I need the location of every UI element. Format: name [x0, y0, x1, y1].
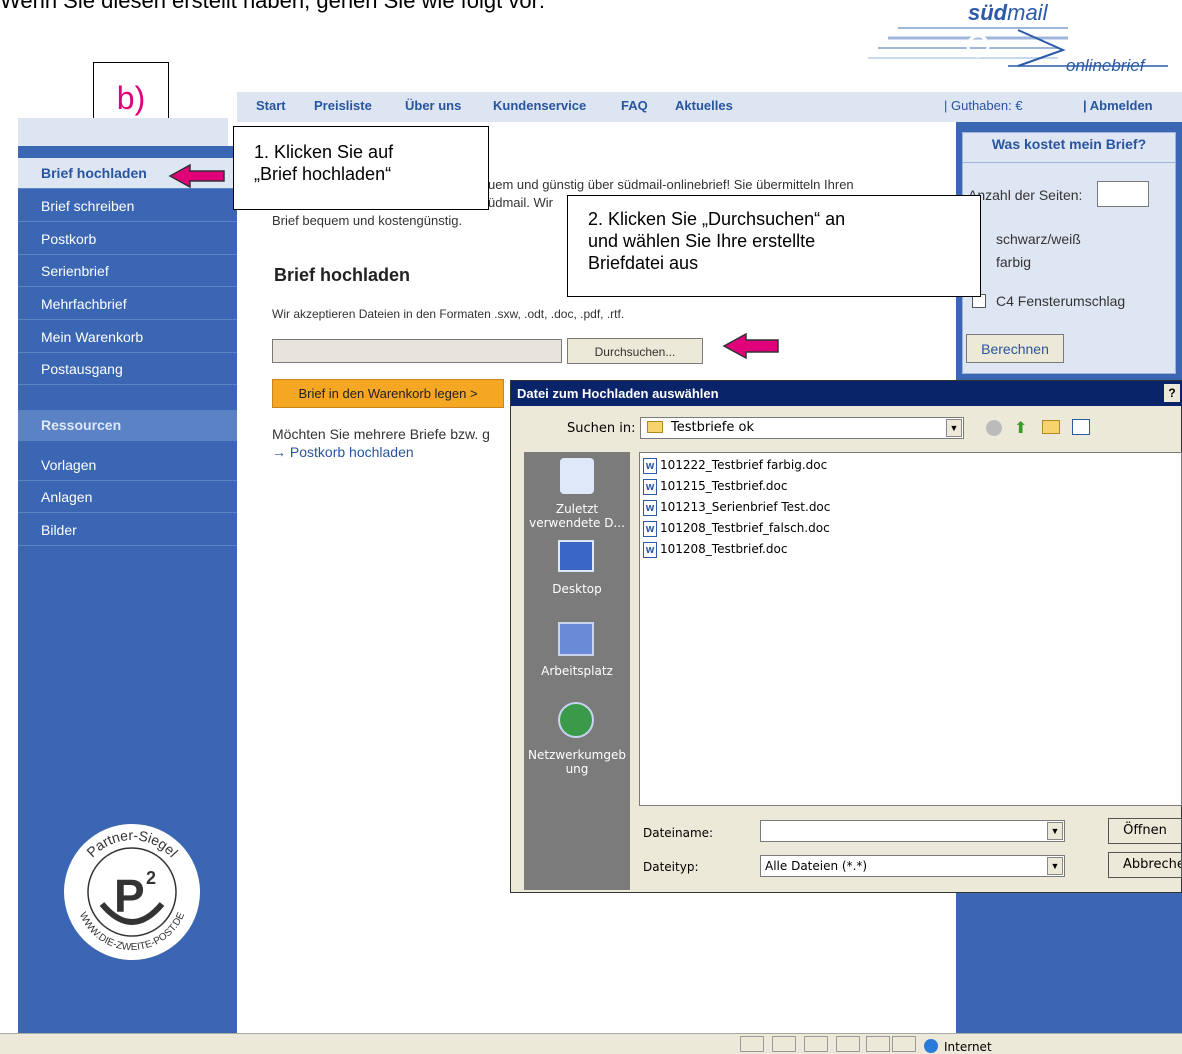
- word-doc-icon: W: [643, 457, 657, 474]
- arrow-icon-step-2: [722, 332, 779, 360]
- status-segment: [740, 1036, 764, 1052]
- callout-1-line-2: „Brief hochladen“: [254, 164, 392, 184]
- desktop-icon[interactable]: [558, 540, 594, 572]
- file-item[interactable]: W 101213_Serienbrief Test.doc: [643, 497, 830, 517]
- logo-subtitle: onlinebrief: [1066, 56, 1145, 75]
- look-in-value: Testbriefe ok: [671, 420, 754, 435]
- sidebar-section-ressourcen: Ressourcen: [18, 410, 237, 441]
- callout-2-line-1: 2. Klicken Sie „Durchsuchen“ an: [588, 209, 846, 229]
- sidebar-item-vorlagen[interactable]: Vorlagen: [18, 450, 237, 481]
- word-doc-icon: W: [643, 520, 657, 537]
- places-desktop-label: Desktop: [552, 582, 602, 596]
- file-item[interactable]: W 101222_Testbrief farbig.doc: [643, 455, 827, 475]
- chevron-down-icon[interactable]: ▼: [946, 419, 962, 437]
- callout-1-line-1: 1. Klicken Sie auf: [254, 142, 394, 162]
- dialog-title: Datei zum Hochladen auswählen: [511, 381, 1182, 406]
- sidebar-item-serienbrief[interactable]: Serienbrief: [18, 256, 237, 287]
- back-icon[interactable]: [986, 420, 1002, 436]
- nav-aktuelles[interactable]: Aktuelles: [675, 98, 733, 113]
- zone-label: Internet: [944, 1040, 992, 1054]
- arrow-icon-step-1: [168, 163, 225, 189]
- filetype-select[interactable]: Alle Dateien (*.*) ▼: [760, 855, 1065, 877]
- sidebar-item-mehrfachbrief[interactable]: Mehrfachbrief: [18, 289, 237, 320]
- cancel-button[interactable]: Abbrechen: [1108, 852, 1182, 878]
- help-button[interactable]: ?: [1164, 384, 1180, 402]
- computer-icon[interactable]: [558, 622, 594, 656]
- internet-zone-icon: [924, 1039, 938, 1053]
- callout-step-2: 2. Klicken Sie „Durchsuchen“ an und wähl…: [567, 195, 981, 297]
- sidebar-item-postkorb[interactable]: Postkorb: [18, 224, 237, 255]
- filename-label: Dateiname:: [643, 826, 714, 840]
- formats-text: Wir akzeptieren Dateien in den Formaten …: [272, 307, 625, 321]
- callout-step-1: 1. Klicken Sie auf „Brief hochladen“: [233, 126, 489, 210]
- folder-icon: [647, 421, 663, 433]
- color-radio-label: farbig: [996, 254, 1032, 270]
- calculator-divider: [962, 162, 1176, 163]
- sidebar-item-warenkorb[interactable]: Mein Warenkorb: [18, 322, 237, 353]
- page-title: Brief hochladen: [274, 265, 411, 285]
- guthaben-label: | Guthaben: €: [944, 98, 1023, 113]
- pages-label: Anzahl der Seiten:: [968, 187, 1083, 203]
- status-segment: [892, 1036, 916, 1052]
- filetype-label: Dateityp:: [643, 860, 699, 874]
- places-network-label: Netzwerkumgeb ung: [528, 748, 626, 776]
- filename-input[interactable]: ▼: [760, 820, 1065, 842]
- intro-text: Wenn Sie diesen erstellt haben, gehen Si…: [0, 0, 546, 13]
- recent-icon[interactable]: [560, 458, 594, 494]
- multi-letter-text: Möchten Sie mehrere Briefe bzw. g: [272, 426, 490, 442]
- nav-faq[interactable]: FAQ: [621, 98, 648, 113]
- calculate-button[interactable]: Berechnen: [966, 334, 1064, 363]
- chevron-down-icon[interactable]: ▼: [1047, 822, 1063, 840]
- filetype-value: Alle Dateien (*.*): [765, 859, 868, 873]
- envelope-label: C4 Fensterumschlag: [996, 293, 1126, 309]
- status-segment: [772, 1036, 796, 1052]
- svg-text:P: P: [114, 870, 145, 922]
- look-in-combo[interactable]: Testbriefe ok ▼: [640, 417, 964, 439]
- intro-line-1: uem und günstig über südmail-onlinebrief…: [488, 177, 854, 192]
- nav-preisliste[interactable]: Preisliste: [314, 98, 372, 113]
- svg-text:2: 2: [146, 868, 156, 888]
- callout-2-line-3: Briefdatei aus: [588, 253, 699, 273]
- new-folder-icon[interactable]: [1042, 420, 1060, 434]
- status-segment: [866, 1036, 890, 1052]
- places-computer-label: Arbeitsplatz: [541, 664, 613, 678]
- up-folder-icon[interactable]: ⬆: [1014, 418, 1027, 438]
- file-item[interactable]: W 101215_Testbrief.doc: [643, 476, 787, 496]
- places-recent-label: Zuletzt verwendete D...: [529, 502, 625, 530]
- nav-start[interactable]: Start: [256, 98, 286, 113]
- chevron-down-icon[interactable]: ▼: [1047, 857, 1063, 875]
- word-doc-icon: W: [643, 478, 657, 495]
- status-segment: [836, 1036, 860, 1052]
- add-to-cart-button[interactable]: Brief in den Warenkorb legen >: [272, 379, 504, 408]
- sidebar-item-anlagen[interactable]: Anlagen: [18, 482, 237, 513]
- status-segment: [804, 1036, 828, 1052]
- pages-input[interactable]: [1097, 181, 1149, 207]
- logo-brand: südmail: [968, 0, 1048, 25]
- file-item[interactable]: W 101208_Testbrief_falsch.doc: [643, 518, 830, 538]
- calculator-title: Was kostet mein Brief?: [991, 136, 1147, 152]
- file-path-input[interactable]: [272, 339, 562, 363]
- sidebar-item-bilder[interactable]: Bilder: [18, 515, 237, 546]
- abmelden-link[interactable]: | Abmelden: [1083, 98, 1153, 113]
- view-menu-icon[interactable]: [1072, 419, 1090, 435]
- nav-kundenservice[interactable]: Kundenservice: [493, 98, 586, 113]
- browse-button[interactable]: Durchsuchen...: [567, 338, 703, 364]
- bw-radio-label: schwarz/weiß: [996, 231, 1081, 247]
- file-item[interactable]: W 101208_Testbrief.doc: [643, 539, 787, 559]
- intro-line-3: Brief bequem und kostengünstig.: [272, 213, 463, 228]
- word-doc-icon: W: [643, 541, 657, 558]
- look-in-label: Suchen in:: [567, 421, 636, 436]
- partner-seal-logo: Partner-Siegel WWW.DIE-ZWEITE-POST.DE P …: [64, 824, 200, 960]
- nav-ueber-uns[interactable]: Über uns: [405, 98, 461, 113]
- sidebar-header-band: [18, 118, 228, 146]
- postkorb-upload-link[interactable]: → Postkorb hochladen: [272, 444, 414, 460]
- sidebar-item-postausgang[interactable]: Postausgang: [18, 354, 237, 385]
- sidebar-item-brief-schreiben[interactable]: Brief schreiben: [18, 191, 237, 222]
- word-doc-icon: W: [643, 499, 657, 516]
- browser-status-bar: [0, 1033, 1182, 1054]
- callout-2-line-2: und wählen Sie Ihre erstellte: [588, 231, 816, 251]
- network-icon[interactable]: [558, 702, 594, 738]
- intro-line-2: üdmail. Wir: [488, 195, 554, 210]
- open-button[interactable]: Öffnen: [1108, 818, 1182, 844]
